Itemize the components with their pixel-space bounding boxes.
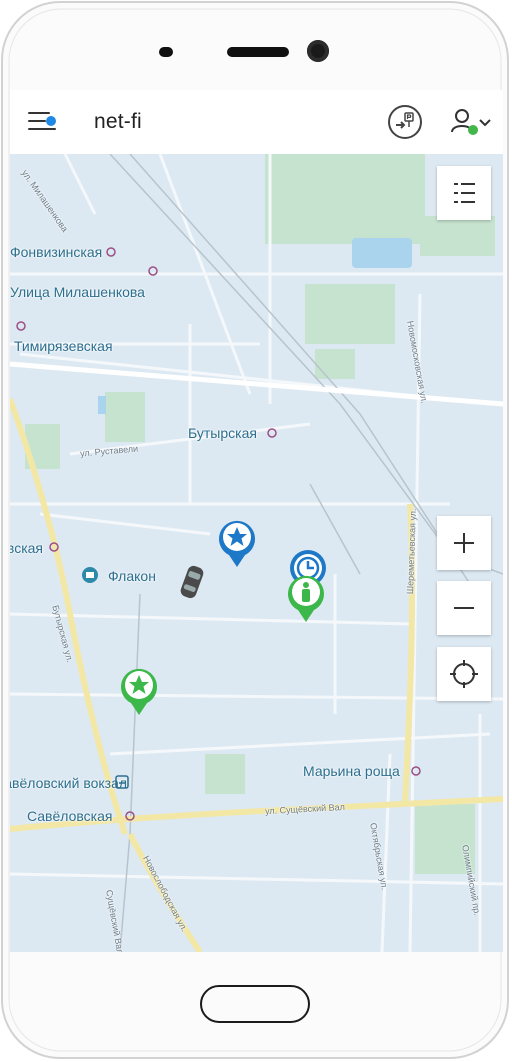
station-label: Дмитровская: [10, 540, 43, 556]
app-title: net-fi: [94, 110, 142, 133]
station-label: Улица Милашенкова: [10, 284, 145, 300]
list-icon: [454, 183, 475, 203]
home-button[interactable]: [200, 985, 310, 1023]
plus-icon: [454, 533, 474, 553]
park-area: [265, 154, 425, 244]
park-area: [205, 754, 245, 794]
route-button[interactable]: [388, 105, 422, 139]
station-label: Бутырская: [188, 425, 257, 441]
locate-button[interactable]: [437, 647, 491, 701]
earpiece-speaker: [227, 47, 289, 57]
screen: net-fi Фонвизинская Улица Милашенкова Ти…: [10, 90, 503, 952]
person-marker[interactable]: [286, 572, 326, 624]
phone-frame: net-fi Фонвизинская Улица Милашенкова Ти…: [0, 0, 510, 1060]
highway: [10, 361, 503, 407]
menu-button[interactable]: [28, 110, 58, 132]
menu-line: [28, 128, 56, 130]
notification-dot: [46, 116, 56, 126]
station-label: Савёловский вокзал: [10, 775, 128, 791]
zoom-out-button[interactable]: [437, 581, 491, 635]
star-marker-blue[interactable]: [217, 517, 257, 569]
zoom-in-button[interactable]: [437, 516, 491, 570]
menu-line: [28, 120, 46, 122]
park-area: [420, 216, 495, 256]
station-label: Фонвизинская: [10, 244, 103, 260]
list-toggle-button[interactable]: [437, 166, 491, 220]
proximity-sensor: [159, 47, 173, 57]
park-area: [315, 349, 355, 379]
park-area: [305, 284, 395, 344]
map-view[interactable]: Фонвизинская Улица Милашенкова Тимирязев…: [10, 154, 503, 952]
crosshair-icon: [450, 660, 478, 688]
station-label: Савёловская: [27, 808, 113, 824]
route-icon: [396, 112, 414, 129]
front-camera: [307, 40, 329, 62]
user-icon: [451, 109, 491, 135]
station-label: Тимирязевская: [14, 338, 113, 354]
minus-icon: [454, 607, 474, 609]
star-marker-green[interactable]: [119, 665, 159, 717]
pond: [98, 396, 106, 414]
pond: [352, 238, 412, 268]
menu-line: [28, 112, 50, 114]
park-area: [105, 392, 145, 442]
station-label: Марьина роща: [303, 763, 400, 779]
place-label: Флакон: [108, 568, 156, 584]
user-menu-button[interactable]: [450, 106, 494, 140]
app-bar: net-fi: [10, 90, 503, 155]
